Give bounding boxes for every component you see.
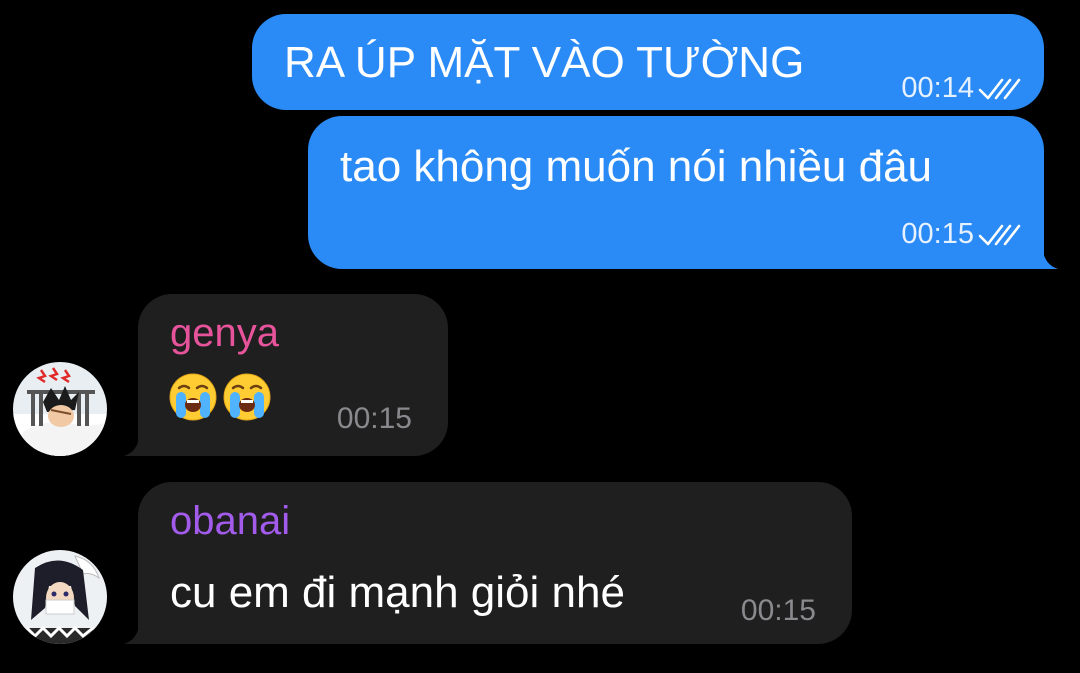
chat-area: RA ÚP MẶT VÀO TƯỜNG 00:14 tao không muốn… bbox=[0, 0, 1080, 673]
message-meta: 00:15 bbox=[901, 218, 1022, 251]
bubble-tail bbox=[1028, 241, 1058, 269]
double-check-icon bbox=[978, 78, 1021, 99]
sender-name[interactable]: obanai bbox=[170, 498, 290, 544]
message-time: 00:14 bbox=[901, 72, 974, 104]
incoming-message[interactable]: genya 00:15 bbox=[124, 294, 448, 456]
message-text: cu em đi mạnh giỏi nhé bbox=[170, 568, 625, 617]
message-time: 00:15 bbox=[740, 594, 816, 627]
avatar-image bbox=[13, 362, 107, 456]
bubble-tail bbox=[124, 428, 154, 456]
bubble-tail bbox=[124, 616, 154, 644]
message-meta: 00:14 bbox=[901, 72, 1022, 105]
avatar-image bbox=[13, 550, 107, 644]
double-check-icon bbox=[978, 224, 1021, 245]
message-time: 00:15 bbox=[901, 218, 974, 250]
incoming-message[interactable]: obanai cu em đi mạnh giỏi nhé 00:15 bbox=[124, 482, 852, 644]
outgoing-message[interactable]: RA ÚP MẶT VÀO TƯỜNG 00:14 bbox=[252, 14, 1044, 110]
obanai-avatar[interactable] bbox=[13, 550, 107, 644]
message-text: RA ÚP MẶT VÀO TƯỜNG bbox=[284, 38, 805, 87]
message-time: 00:15 bbox=[336, 402, 412, 435]
emoji-content bbox=[168, 372, 272, 422]
outgoing-message[interactable]: tao không muốn nói nhiều đâu 00:15 bbox=[308, 116, 1058, 269]
crying-face-emoji bbox=[223, 373, 271, 421]
sender-name[interactable]: genya bbox=[170, 310, 279, 356]
crying-face-emoji bbox=[169, 373, 217, 421]
message-text: tao không muốn nói nhiều đâu bbox=[340, 142, 933, 191]
genya-avatar[interactable] bbox=[13, 362, 107, 456]
